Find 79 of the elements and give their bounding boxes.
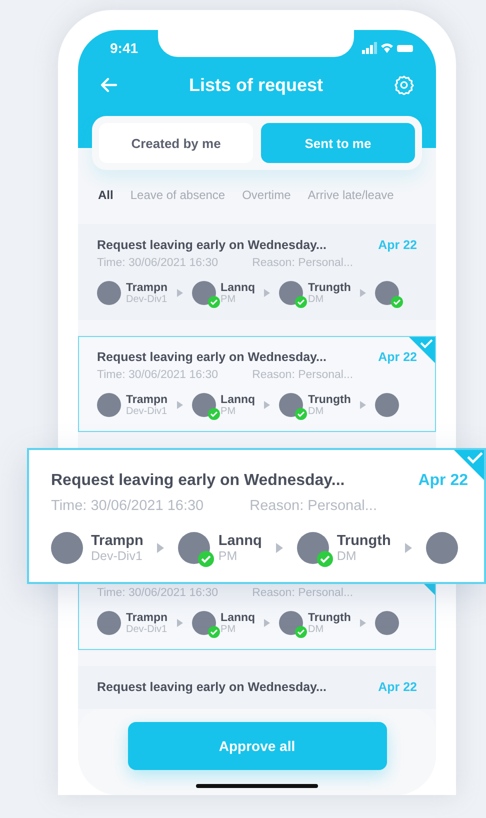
- avatar: [426, 532, 458, 564]
- request-date: Apr 22: [378, 238, 417, 252]
- request-reason: Reason: Personal...: [250, 498, 377, 514]
- caret-icon: [264, 619, 270, 627]
- approver-name: Lannq: [220, 394, 256, 406]
- avatar: [97, 393, 121, 417]
- caret-icon: [176, 619, 183, 627]
- approver-name: Trungth: [308, 394, 351, 406]
- approver-role: DM: [308, 406, 325, 416]
- request-title: Request leaving early on Wednesday...: [97, 350, 326, 364]
- caret-icon: [157, 543, 164, 553]
- caret-icon: [360, 289, 366, 297]
- caret-icon: [176, 401, 183, 409]
- approver-name: Trampn: [126, 282, 168, 294]
- filter-tab[interactable]: All: [98, 188, 114, 208]
- approver-name: Trampn: [91, 533, 144, 549]
- request-card-popup[interactable]: Request leaving early on Wednesday... Apr 22 Time: 30/06/2021 16:30 Reason: Personal... Trampn Dev-Div1 Lannq PM Trungth DM: [27, 448, 486, 584]
- caret-icon: [264, 401, 270, 409]
- approved-check-icon: [390, 296, 403, 308]
- approver-role: Dev-Div1: [91, 549, 144, 563]
- status-time: 9:41: [110, 40, 138, 56]
- approver-name: Lannq: [220, 282, 256, 294]
- approver-role: Dev-Div1: [126, 624, 168, 634]
- caret-icon: [276, 543, 283, 553]
- caret-icon: [404, 543, 412, 553]
- approver-name: Trampn: [126, 612, 168, 624]
- request-title: Request leaving early on Wednesday...: [97, 680, 326, 694]
- request-date: Apr 22: [378, 350, 417, 364]
- status-icons: [362, 42, 414, 54]
- segment-tab[interactable]: Created by me: [99, 123, 253, 163]
- approver-name: Lannq: [220, 612, 256, 624]
- approved-check-icon: [295, 626, 308, 638]
- approver-role: PM: [220, 624, 237, 634]
- approved-check-icon: [316, 551, 333, 567]
- approved-check-icon: [208, 626, 220, 638]
- avatar: [374, 611, 399, 635]
- request-time: Time: 30/06/2021 16:30: [97, 257, 218, 269]
- approver-role: Dev-Div1: [126, 406, 168, 416]
- request-time: Time: 30/06/2021 16:30: [51, 498, 204, 514]
- approver-name: Lannq: [218, 533, 262, 549]
- caret-icon: [176, 289, 183, 297]
- back-arrow-icon[interactable]: [100, 76, 118, 94]
- request-card[interactable]: Request leaving early on Wednesday... Apr 22 Time: 30/06/2021 16:30 Reason: Personal... Trampn Dev-Div1 Lannq PM Trungth DM: [78, 336, 436, 432]
- approved-check-icon: [208, 408, 220, 420]
- screen-title: Lists of request: [188, 74, 324, 96]
- request-title: Request leaving early on Wednesday...: [51, 472, 345, 490]
- approver-role: Dev-Div1: [126, 294, 168, 304]
- approver-role: PM: [220, 406, 237, 416]
- request-reason: Reason: Personal...: [252, 369, 354, 381]
- approver-name: Trungth: [308, 612, 351, 624]
- avatar: [97, 281, 121, 305]
- request-card[interactable]: Request leaving early on Wednesday... Apr 22 Time: 30/06/2021 16:30 Reason: Personal... Trampn Dev-Div1 Lannq PM Trungth DM: [78, 224, 436, 320]
- request-time: Time: 30/06/2021 16:30: [97, 587, 218, 599]
- request-title: Request leaving early on Wednesday...: [97, 238, 326, 252]
- request-reason: Reason: Personal...: [252, 257, 354, 269]
- approver-role: PM: [218, 549, 238, 563]
- caret-icon: [264, 289, 270, 297]
- avatar: [374, 393, 399, 417]
- avatar: [97, 611, 121, 635]
- request-date: Apr 22: [418, 472, 468, 490]
- approver-role: DM: [308, 294, 325, 304]
- request-card[interactable]: Request leaving early on Wednesday... Apr 22: [78, 666, 436, 709]
- approver-role: PM: [220, 294, 237, 304]
- request-time: Time: 30/06/2021 16:30: [97, 369, 218, 381]
- approved-check-icon: [208, 296, 220, 308]
- settings-icon[interactable]: [394, 75, 414, 95]
- avatar: [51, 532, 83, 564]
- request-reason: Reason: Personal...: [252, 587, 354, 599]
- approver-role: DM: [308, 624, 325, 634]
- approver-role: DM: [336, 549, 358, 563]
- approver-name: Trampn: [126, 394, 168, 406]
- request-date: Apr 22: [378, 680, 417, 694]
- approved-check-icon: [295, 296, 308, 308]
- approved-check-icon: [295, 408, 308, 420]
- caret-icon: [360, 401, 366, 409]
- caret-icon: [360, 619, 366, 627]
- approver-name: Trungth: [336, 533, 391, 549]
- approver-name: Trungth: [308, 282, 351, 294]
- approved-check-icon: [198, 551, 214, 567]
